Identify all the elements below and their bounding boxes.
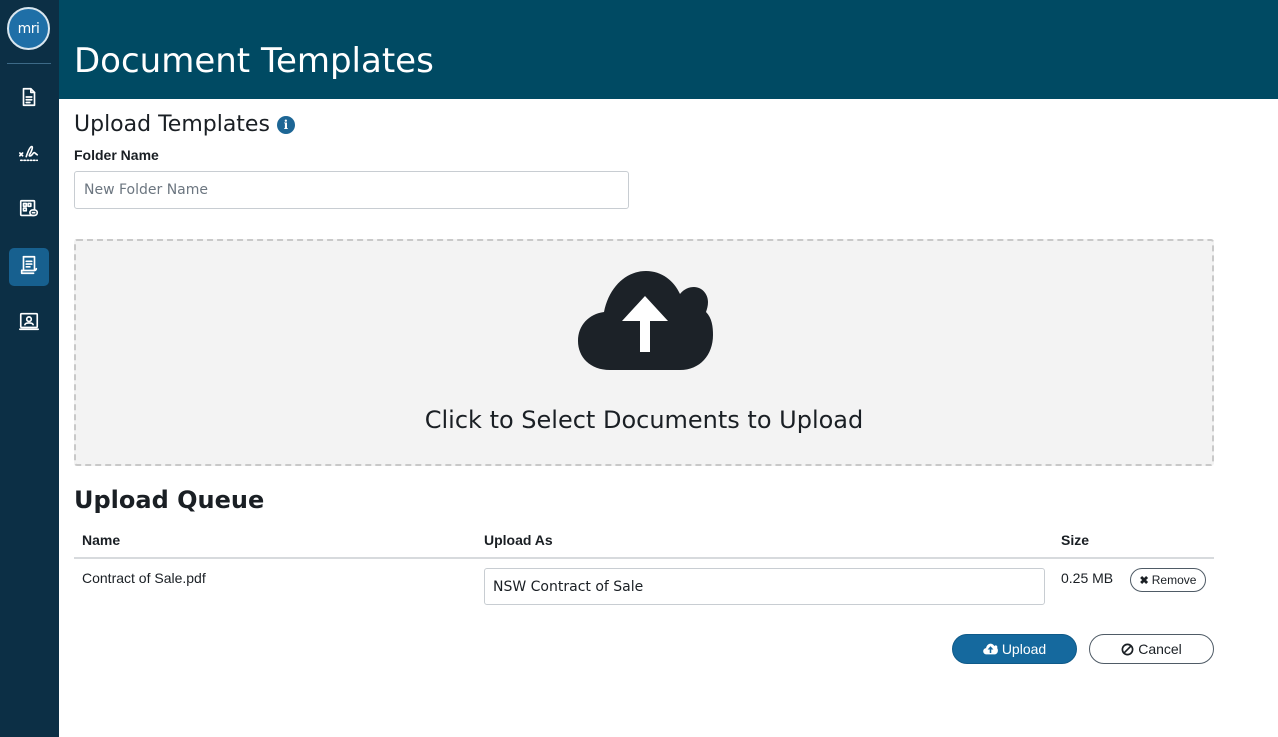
page-title: Document Templates [74, 41, 434, 81]
cancel-button-label: Cancel [1138, 641, 1182, 657]
page-header: Document Templates [59, 0, 1278, 99]
upload-dropzone[interactable]: Click to Select Documents to Upload [74, 239, 1214, 466]
folder-name-label: Folder Name [74, 147, 159, 163]
sidebar-item-signatures[interactable] [9, 136, 49, 174]
file-size: 0.25 MB [1061, 570, 1114, 586]
file-name: Contract of Sale.pdf [82, 570, 206, 586]
remove-button[interactable]: ✖ Remove [1130, 568, 1206, 592]
sidebar-item-document-templates[interactable] [9, 248, 49, 286]
upload-templates-heading: Upload Templates [74, 112, 270, 137]
upload-button-label: Upload [1001, 641, 1047, 657]
upload-as-input[interactable] [484, 568, 1045, 605]
template-link-icon [18, 198, 40, 225]
remove-button-label: Remove [1151, 573, 1197, 587]
sidebar-item-linked-templates[interactable] [9, 192, 49, 230]
column-header-upload-as: Upload As [484, 532, 553, 548]
signature-icon [18, 142, 40, 169]
cancel-button[interactable]: Cancel [1089, 634, 1214, 664]
document-templates-icon [18, 254, 40, 281]
column-header-name: Name [82, 532, 121, 548]
column-header-size: Size [1061, 532, 1090, 548]
upload-queue-title: Upload Queue [74, 486, 265, 514]
ban-icon [1121, 643, 1134, 656]
sidebar-divider [7, 63, 51, 64]
upload-button[interactable]: Upload [952, 634, 1077, 664]
folder-name-input[interactable] [74, 171, 629, 209]
upload-section-title: Upload Templates i [74, 112, 295, 137]
sidebar-item-contacts[interactable] [9, 304, 49, 342]
table-header-divider [74, 557, 1214, 559]
cloud-upload-icon [983, 643, 998, 655]
sidebar: mri [0, 0, 59, 737]
mri-logo[interactable]: mri [7, 7, 50, 50]
info-icon[interactable]: i [276, 115, 295, 134]
dropzone-text: Click to Select Documents to Upload [424, 406, 864, 434]
sidebar-item-documents[interactable] [9, 80, 49, 118]
document-icon [18, 86, 40, 113]
contact-card-icon [18, 310, 40, 337]
cloud-upload-icon [578, 271, 713, 370]
close-icon: ✖ [1139, 574, 1149, 587]
